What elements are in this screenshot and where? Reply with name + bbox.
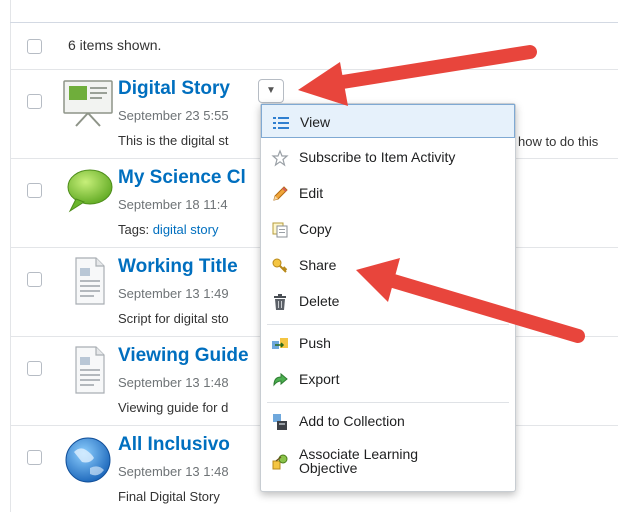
trash-icon xyxy=(274,294,286,310)
menu-item-label: Delete xyxy=(299,293,340,309)
select-all-checkbox[interactable] xyxy=(27,39,42,54)
menu-item-push[interactable]: Push xyxy=(261,326,515,360)
key-icon xyxy=(272,258,288,273)
menu-item-label: Share xyxy=(299,257,337,273)
menu-item-delete[interactable]: Delete xyxy=(261,284,515,318)
item-description-tail: how to do this xyxy=(518,134,599,149)
star-icon xyxy=(271,149,289,167)
item-title-link[interactable]: All Inclusivo xyxy=(118,434,230,456)
item-checkbox[interactable] xyxy=(27,183,42,198)
document-icon xyxy=(75,257,105,305)
menu-item-subscribe[interactable]: Subscribe to Item Activity xyxy=(261,140,515,174)
item-title-link[interactable]: Digital Story xyxy=(118,78,230,100)
item-description: Viewing guide for d xyxy=(118,400,229,415)
copy-icon xyxy=(272,222,288,238)
tag-link[interactable]: digital story xyxy=(153,222,219,237)
item-description: Script for digital sto xyxy=(118,311,229,326)
menu-item-label: Associate Learning Objective xyxy=(299,447,418,475)
speech-bubble-icon xyxy=(67,169,113,213)
item-actions-dropdown-button[interactable]: ▼ xyxy=(258,79,284,103)
collection-icon xyxy=(273,414,287,430)
menu-item-label: Add to Collection xyxy=(299,413,405,429)
item-date: September 18 11:4 xyxy=(118,197,228,212)
items-count: 6 items shown. xyxy=(68,37,162,53)
menu-item-label: Subscribe to Item Activity xyxy=(299,149,456,165)
tags-label: Tags: xyxy=(118,222,150,237)
caret-down-icon: ▼ xyxy=(266,85,276,96)
menu-item-export[interactable]: Export xyxy=(261,362,515,396)
item-checkbox[interactable] xyxy=(27,94,42,109)
push-icon xyxy=(272,338,288,349)
item-description: Final Digital Story xyxy=(118,489,220,504)
export-icon xyxy=(273,372,288,387)
menu-item-edit[interactable]: Edit xyxy=(261,176,515,210)
menu-item-copy[interactable]: Copy xyxy=(261,212,515,246)
item-title-link[interactable]: Working Title xyxy=(118,256,238,278)
menu-item-view[interactable]: View xyxy=(261,104,515,138)
objective-icon xyxy=(272,454,288,470)
menu-item-share[interactable]: Share xyxy=(261,248,515,282)
item-tags: Tags: digital story xyxy=(118,222,218,237)
menu-separator xyxy=(267,402,509,403)
item-date: September 13 1:49 xyxy=(118,286,229,301)
content-frame: 6 items shown. Digital Story September 2… xyxy=(0,0,618,512)
menu-item-label: View xyxy=(300,114,331,130)
list-icon xyxy=(273,117,289,129)
item-title-link[interactable]: Viewing Guide xyxy=(118,345,249,367)
menu-item-label: Edit xyxy=(299,185,324,201)
menu-item-label: Copy xyxy=(299,221,332,237)
presentation-icon xyxy=(63,80,113,127)
menu-item-label: Export xyxy=(299,371,340,387)
globe-icon xyxy=(65,437,111,483)
list-summary-row: 6 items shown. xyxy=(10,23,618,70)
item-date: September 13 1:48 xyxy=(118,464,229,479)
menu-item-add-to-collection[interactable]: Add to Collection xyxy=(261,404,515,438)
menu-item-associate-learning-objective[interactable]: Associate Learning Objective xyxy=(261,440,515,484)
item-checkbox[interactable] xyxy=(27,450,42,465)
item-checkbox[interactable] xyxy=(27,272,42,287)
item-date: September 13 1:48 xyxy=(118,375,229,390)
pencil-icon xyxy=(273,186,288,201)
menu-item-label: Push xyxy=(299,335,331,351)
item-actions-menu: View Subscribe to Item Activity Edit Cop… xyxy=(260,103,516,492)
item-checkbox[interactable] xyxy=(27,361,42,376)
item-date: September 23 5:55 xyxy=(118,108,229,123)
menu-separator xyxy=(267,324,509,325)
item-title-link[interactable]: My Science Cl xyxy=(118,167,246,189)
item-description: This is the digital st xyxy=(118,133,229,148)
document-icon xyxy=(75,346,105,394)
menu-item-label-line2: Objective xyxy=(299,460,358,476)
